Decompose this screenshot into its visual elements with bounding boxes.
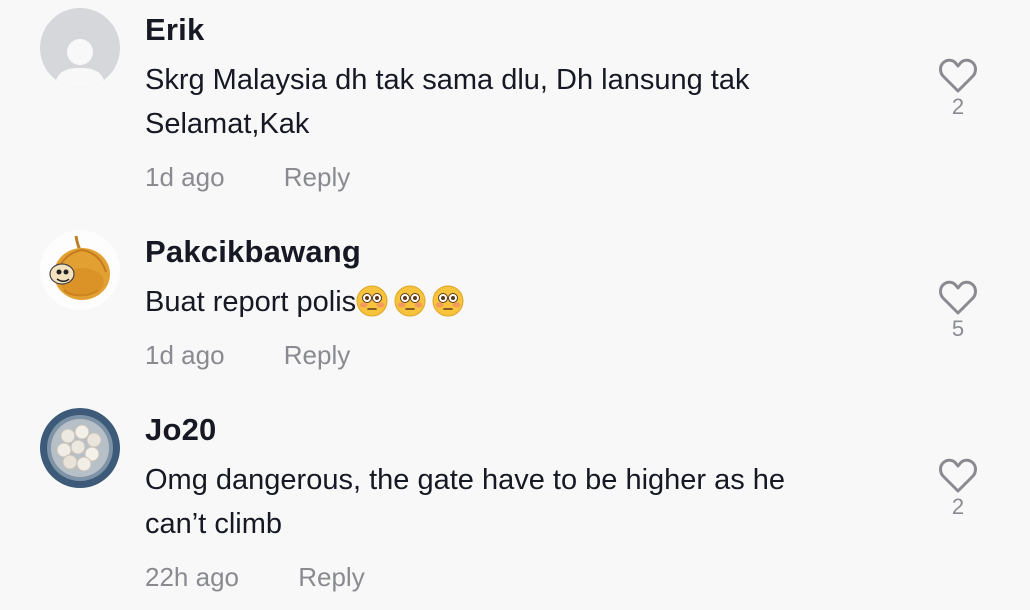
heart-outline-icon xyxy=(939,58,977,93)
heart-outline-icon xyxy=(939,458,977,493)
like-count: 2 xyxy=(951,94,965,119)
comment-timestamp: 1d ago xyxy=(145,162,225,192)
avatar[interactable] xyxy=(40,8,120,88)
heart-outline-icon xyxy=(939,280,977,315)
avatar[interactable] xyxy=(40,230,120,310)
default-user-avatar-icon xyxy=(40,8,120,88)
flushed-face-emoji-icon xyxy=(432,285,464,317)
reply-button[interactable]: Reply xyxy=(284,162,350,193)
comment-text-line: can’t climb xyxy=(145,508,282,540)
like-count: 5 xyxy=(951,316,965,341)
comment-username[interactable]: Pakcikbawang xyxy=(145,234,361,270)
comment-text-line: Omg dangerous, the gate have to be highe… xyxy=(145,464,786,496)
comment-text-line: Skrg Malaysia dh tak sama dlu, Dh lansun… xyxy=(145,64,750,96)
flushed-face-emoji-icon xyxy=(394,285,426,317)
comment-timestamp: 1d ago xyxy=(145,340,225,370)
flushed-face-emoji-icon xyxy=(356,285,388,317)
comment-meta: 22h ago Reply xyxy=(145,562,365,593)
like-button[interactable]: 2 xyxy=(936,458,980,520)
onion-avatar-icon xyxy=(40,230,120,310)
like-button[interactable]: 5 xyxy=(936,280,980,342)
reply-button[interactable]: Reply xyxy=(298,562,364,593)
comment-text-line: Buat report polis xyxy=(145,286,357,318)
reply-button[interactable]: Reply xyxy=(284,340,350,371)
avatar[interactable] xyxy=(40,408,120,488)
comment-username[interactable]: Erik xyxy=(145,12,204,48)
comment-timestamp: 22h ago xyxy=(145,562,239,592)
like-count: 2 xyxy=(951,494,965,519)
like-button[interactable]: 2 xyxy=(936,58,980,120)
comment-text-line: Selamat,Kak xyxy=(145,108,310,140)
comment-meta: 1d ago Reply xyxy=(145,340,350,371)
comment-text: Buat report polis xyxy=(145,280,865,324)
comment-text: Omg dangerous, the gate have to be highe… xyxy=(145,458,865,546)
comment-username[interactable]: Jo20 xyxy=(145,412,216,448)
garlic-bowl-avatar-icon xyxy=(40,408,120,488)
comment-text: Skrg Malaysia dh tak sama dlu, Dh lansun… xyxy=(145,58,865,146)
comment-meta: 1d ago Reply xyxy=(145,162,350,193)
